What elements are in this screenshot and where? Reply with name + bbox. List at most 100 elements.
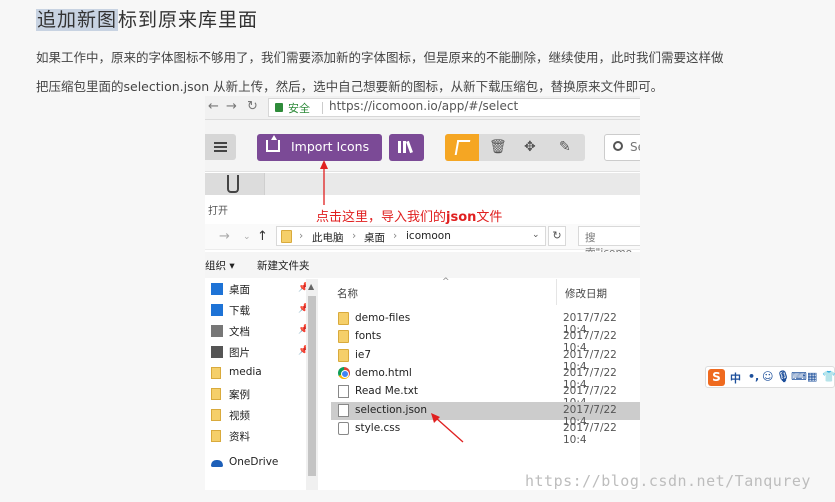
file-row[interactable]: selection.json 2017/7/22 10:4: [331, 401, 640, 428]
keyboard-icon[interactable]: ⌨: [791, 370, 807, 383]
chevron-down-icon[interactable]: ⌄: [532, 230, 540, 240]
dialog-search-input[interactable]: 搜索"icomo: [578, 226, 640, 259]
file-name: demo-files: [355, 312, 411, 324]
scroll-up-icon[interactable]: ▲: [308, 282, 314, 291]
microphone-icon[interactable]: 🎙: [776, 370, 790, 383]
punctuation-icon[interactable]: •,: [748, 370, 759, 383]
sogou-ime-toolbar[interactable]: S 中 •, ☺ 🎙 ⌨ ▦ 👕: [705, 366, 835, 388]
menu-button[interactable]: [205, 134, 236, 160]
hamburger-icon: [214, 142, 227, 144]
file-row[interactable]: Read Me.txt2017/7/22 10:4: [331, 383, 640, 409]
up-arrow-icon[interactable]: ↑: [257, 229, 268, 244]
library-icon: [398, 141, 401, 153]
glyph-icon: [227, 175, 239, 193]
navigation-pane: 桌面 📌 下载 📌 文档 📌 图片 📌 media 案例视频资料 OneDrive: [205, 279, 318, 490]
forward-arrow-icon[interactable]: →: [226, 99, 237, 114]
file-date: 2017/7/22 10:4: [563, 421, 617, 446]
folder-icon: [211, 430, 221, 442]
onedrive-icon: [211, 460, 223, 467]
desktop-icon: [211, 283, 223, 295]
breadcrumb-item[interactable]: icomoon: [406, 230, 451, 242]
nav-item-label: 资料: [229, 431, 250, 443]
select-tool-icon[interactable]: [445, 134, 479, 161]
folder-icon: [338, 330, 349, 344]
reload-icon[interactable]: ↻: [247, 99, 258, 114]
emoji-icon[interactable]: ☺: [762, 370, 773, 383]
file-row[interactable]: ie7 2017/7/22 10:4: [331, 347, 640, 373]
upload-icon: [266, 135, 280, 152]
search-icon: [613, 141, 623, 151]
nav-item[interactable]: 桌面 📌: [211, 281, 309, 299]
dialog-title: 打开: [208, 206, 228, 217]
file-name: style.css: [355, 421, 401, 434]
breadcrumb-item[interactable]: 桌面: [364, 230, 385, 245]
title-highlight: 追加新图: [36, 9, 119, 31]
toolbox-icon[interactable]: ▦: [807, 370, 817, 383]
paragraph-line-1: 如果工作中，原来的字体图标不够用了，我们需要添加新的字体图标，但是原来的不能删除…: [36, 50, 724, 65]
dialog-command-bar: 组织 ▾ 新建文件夹: [205, 252, 640, 278]
sort-caret-icon: ^: [442, 277, 450, 287]
skin-icon[interactable]: 👕: [822, 370, 835, 383]
file-row[interactable]: fonts 2017/7/22 10:4: [331, 328, 640, 354]
dialog-address-row: → ⌄ ↑ › 此电脑 › 桌面 › icomoon ⌄ ↻ 搜索"icomo: [205, 224, 640, 259]
nav-item[interactable]: media: [211, 365, 306, 383]
nav-scrollbar[interactable]: ▲: [306, 279, 318, 490]
nav-item[interactable]: 下载 📌: [211, 302, 309, 320]
nav-item-label: 桌面: [229, 284, 250, 296]
article-page: 追加新图标到原来库里面 如果工作中，原来的字体图标不够用了，我们需要添加新的字体…: [0, 0, 835, 502]
nav-item[interactable]: 视频: [211, 407, 306, 425]
file-icon: [338, 403, 349, 417]
chrome-icon: [338, 366, 350, 379]
new-folder-button[interactable]: 新建文件夹: [257, 258, 310, 273]
nav-item-label: 文档: [229, 326, 250, 338]
scrollbar-thumb[interactable]: [308, 296, 316, 476]
pencil-icon[interactable]: ✎: [559, 139, 571, 155]
trash-icon[interactable]: 🗑: [489, 139, 507, 155]
article-title: 追加新图标到原来库里面: [36, 5, 258, 32]
file-list: ^ 名称 修改日期 demo-files 2017/7/22 10:4 fonts 20…: [329, 277, 640, 490]
file-icon: [338, 385, 349, 399]
breadcrumb-item[interactable]: 此电脑: [312, 230, 344, 245]
file-row[interactable]: demo-files 2017/7/22 10:4: [331, 310, 640, 336]
library-button[interactable]: [389, 134, 424, 161]
file-name: demo.html: [355, 366, 412, 379]
move-icon[interactable]: ✥: [524, 139, 536, 155]
search-placeholder: Se: [630, 140, 640, 154]
folder-icon: [211, 409, 221, 421]
chevron-down-icon[interactable]: ⌄: [243, 232, 251, 242]
folder-icon: [338, 348, 349, 362]
document-icon: [211, 325, 223, 337]
file-row[interactable]: demo.html 2017/7/22 10:4: [331, 365, 640, 391]
nav-item[interactable]: OneDrive: [211, 455, 306, 473]
column-header-name[interactable]: ^ 名称: [329, 277, 557, 305]
nav-item-label: 下载: [229, 305, 250, 317]
column-header-modified[interactable]: 修改日期: [557, 279, 640, 305]
title-rest: 标到原来库里面: [118, 9, 259, 31]
file-name: ie7: [355, 348, 372, 361]
browser-address-bar: ← → ↻ 安全 https://icomoon.io/app/#/select: [205, 96, 640, 120]
annotation-text: 点击这里，导入我们的json文件: [316, 210, 503, 225]
import-icons-button[interactable]: Import Icons: [257, 134, 382, 161]
nav-item-label: 案例: [229, 389, 250, 401]
nav-item-label: OneDrive: [229, 456, 279, 468]
nav-item[interactable]: 资料: [211, 428, 306, 446]
search-button[interactable]: Se: [604, 134, 640, 161]
file-name: Read Me.txt: [355, 385, 419, 398]
nav-item-label: media: [229, 366, 262, 378]
path-breadcrumb[interactable]: › 此电脑 › 桌面 › icomoon ⌄: [276, 226, 546, 246]
lock-icon: [275, 103, 283, 112]
organize-menu[interactable]: 组织 ▾: [205, 258, 235, 273]
ime-mode[interactable]: 中: [730, 370, 741, 386]
nav-item[interactable]: 图片 📌: [211, 344, 309, 362]
back-arrow-icon[interactable]: →: [219, 229, 230, 244]
import-icons-label: Import Icons: [291, 139, 370, 154]
nav-item-label: 视频: [229, 410, 250, 422]
refresh-button[interactable]: ↻: [548, 226, 566, 246]
file-row[interactable]: style.css 2017/7/22 10:4: [331, 420, 640, 446]
icon-cell[interactable]: [205, 173, 265, 195]
back-arrow-icon[interactable]: ←: [208, 99, 219, 114]
nav-item[interactable]: 文档 📌: [211, 323, 309, 341]
embedded-screenshot: ← → ↻ 安全 https://icomoon.io/app/#/select…: [205, 96, 640, 490]
url-field[interactable]: 安全 https://icomoon.io/app/#/select: [268, 98, 640, 117]
nav-item[interactable]: 案例: [211, 386, 306, 404]
